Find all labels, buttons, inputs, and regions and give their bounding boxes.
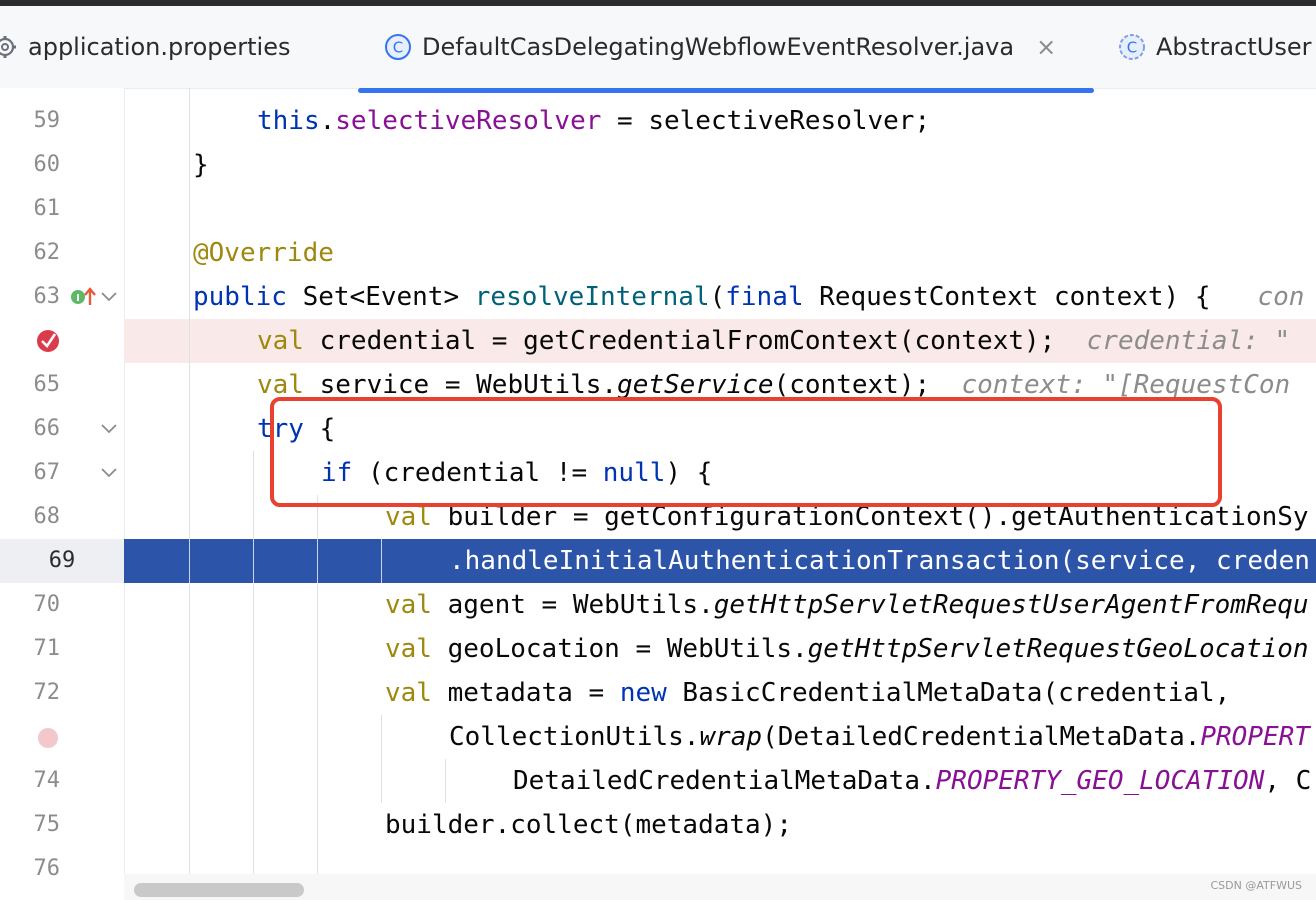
line-number: 71: [33, 636, 61, 661]
code-text: val credential = getCredentialFromContex…: [257, 326, 1291, 356]
implements-method-icon[interactable]: I: [70, 286, 96, 308]
code-text: CollectionUtils.wrap(DetailedCredentialM…: [449, 722, 1310, 752]
line-number: 76: [33, 856, 61, 881]
code-line-64[interactable]: val credential = getCredentialFromContex…: [124, 319, 1316, 363]
code-text: val agent = WebUtils.getHttpServletReque…: [385, 590, 1309, 620]
line-number: 61: [33, 196, 61, 221]
tab-abstract-user[interactable]: C AbstractUser: [1118, 6, 1311, 88]
indent-guide: [189, 88, 190, 900]
svg-text:C: C: [1127, 39, 1137, 57]
indent-guide: [253, 539, 254, 583]
indent-guide: [381, 715, 382, 803]
line-number: 75: [33, 812, 61, 837]
indent-guide: [381, 539, 382, 583]
tab-application-properties[interactable]: application.properties: [0, 6, 291, 88]
line-number: 65: [33, 372, 61, 397]
code-text: builder.collect(metadata);: [385, 810, 792, 840]
line-number: 63: [33, 284, 61, 309]
class-icon: C: [1118, 33, 1146, 61]
editor-tab-bar: application.properties C DefaultCasDeleg…: [0, 6, 1316, 93]
code-line-70[interactable]: 70 val agent = WebUtils.getHttpServletRe…: [0, 583, 1316, 627]
code-line-74[interactable]: 74 DetailedCredentialMetaData.PROPERTY_G…: [0, 759, 1316, 803]
code-line-72[interactable]: 72 val metadata = new BasicCredentialMet…: [0, 671, 1316, 715]
code-line-62[interactable]: 62 @Override: [0, 231, 1316, 275]
svg-text:C: C: [393, 39, 403, 57]
line-number: 62: [33, 240, 61, 265]
tab-label: application.properties: [28, 33, 291, 61]
close-tab-icon[interactable]: ×: [1036, 33, 1056, 61]
indent-guide: [253, 451, 254, 900]
indent-guide: [317, 539, 318, 583]
line-number: 59: [33, 108, 61, 133]
fold-chevron-icon[interactable]: [100, 421, 118, 437]
code-text: @Override: [193, 238, 334, 268]
breakpoint-disabled-icon[interactable]: [36, 726, 60, 750]
svg-text:I: I: [76, 293, 80, 304]
class-icon: C: [384, 33, 412, 61]
indent-guide: [189, 539, 190, 583]
fold-chevron-icon[interactable]: [100, 465, 118, 481]
line-number: 74: [33, 768, 61, 793]
code-text: .handleInitialAuthenticationTransaction(…: [449, 546, 1310, 576]
code-line-71[interactable]: 71 val geoLocation = WebUtils.getHttpSer…: [0, 627, 1316, 671]
code-text: this.selectiveResolver = selectiveResolv…: [257, 106, 931, 136]
indent-guide: [445, 759, 446, 803]
line-number: 70: [33, 592, 61, 617]
line-number: 60: [33, 152, 61, 177]
code-text: val geoLocation = WebUtils.getHttpServle…: [385, 634, 1309, 664]
line-number: 72: [33, 680, 61, 705]
highlight-annotation-box: [270, 397, 1222, 507]
breakpoint-verified-icon[interactable]: [35, 328, 61, 354]
tab-label: AbstractUser: [1156, 33, 1312, 61]
horizontal-scrollbar-thumb[interactable]: [134, 883, 304, 897]
horizontal-scrollbar[interactable]: [124, 874, 1316, 900]
code-line-63[interactable]: 63 I public Set<Event> resolveInternal(f…: [0, 275, 1316, 319]
code-text: val metadata = new BasicCredentialMetaDa…: [385, 678, 1231, 708]
fold-chevron-icon[interactable]: [100, 289, 118, 305]
code-text: }: [193, 150, 209, 180]
line-number: 68: [33, 504, 61, 529]
code-line-61[interactable]: 61: [0, 187, 1316, 231]
line-number: 67: [33, 460, 61, 485]
tab-default-cas-delegating-webflow-event-resolver[interactable]: C DefaultCasDelegatingWebflowEventResolv…: [384, 6, 1056, 88]
watermark: CSDN @ATFWUS: [1210, 879, 1303, 892]
tab-label: DefaultCasDelegatingWebflowEventResolver…: [422, 33, 1015, 61]
line-number: 66: [33, 416, 61, 441]
code-text: DetailedCredentialMetaData.PROPERTY_GEO_…: [513, 766, 1312, 796]
line-number: 69: [0, 539, 124, 583]
gear-icon: [0, 34, 18, 60]
code-line-73[interactable]: CollectionUtils.wrap(DetailedCredentialM…: [0, 715, 1316, 759]
code-line-59[interactable]: 59 this.selectiveResolver = selectiveRes…: [0, 99, 1316, 143]
code-line-69-current-execution[interactable]: 69 .handleInitialAuthenticationTransacti…: [0, 539, 1316, 583]
code-line-75[interactable]: 75 builder.collect(metadata);: [0, 803, 1316, 847]
code-line-60[interactable]: 60 }: [0, 143, 1316, 187]
code-text: public Set<Event> resolveInternal(final …: [193, 282, 1305, 312]
